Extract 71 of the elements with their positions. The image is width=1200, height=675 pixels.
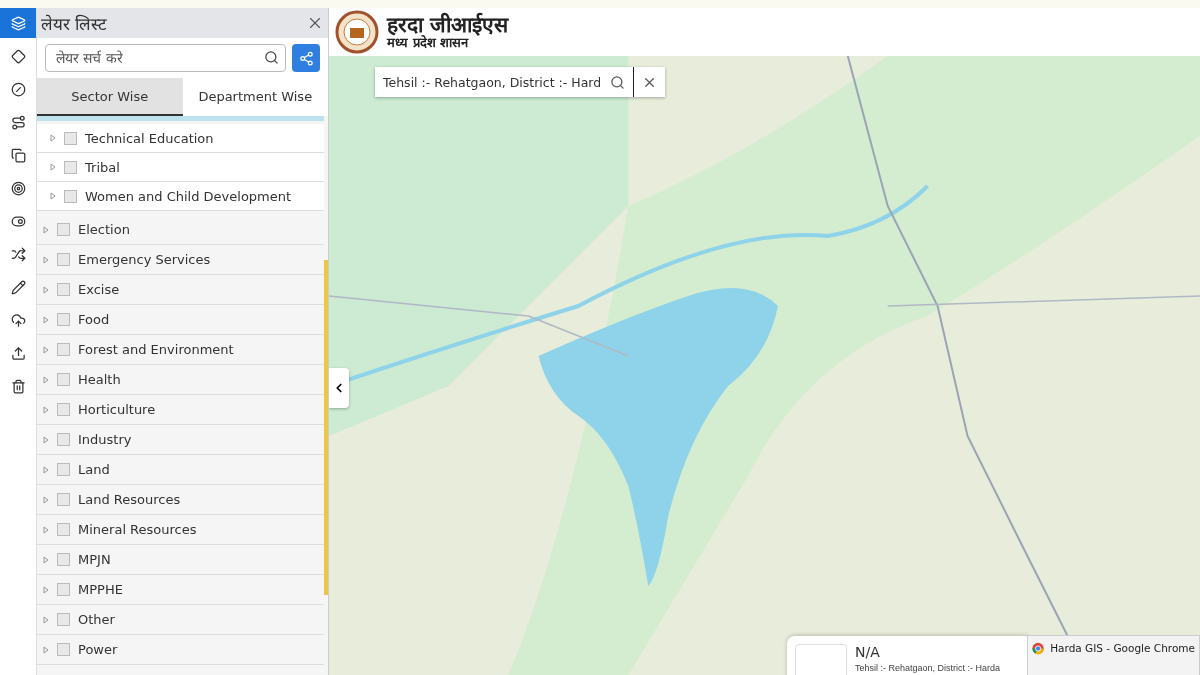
checkbox[interactable] [57, 313, 70, 326]
checkbox[interactable] [57, 283, 70, 296]
checkbox[interactable] [64, 160, 77, 174]
layer-label: Women and Child Development [85, 188, 292, 204]
checkbox[interactable] [57, 403, 70, 416]
preview-title: Harda GIS - Google Chrome [1050, 642, 1195, 654]
caret-icon[interactable] [43, 285, 49, 294]
popup-title: N/A [855, 644, 880, 660]
layer-label: Health [78, 372, 121, 387]
checkbox[interactable] [57, 643, 70, 656]
layer-label: Tribal [85, 159, 120, 175]
share-button[interactable] [292, 44, 320, 72]
layer-label: MPJN [78, 552, 111, 567]
taskbar-preview[interactable]: Harda GIS - Google Chrome [1027, 635, 1200, 675]
checkbox[interactable] [57, 433, 70, 446]
layer-label: Horticulture [78, 402, 156, 417]
checkbox[interactable] [57, 343, 70, 356]
layer-label: Forest and Environment [78, 342, 234, 357]
layer-label: Excise [78, 282, 120, 297]
layer-label: Technical Education [85, 130, 214, 146]
caret-icon[interactable] [43, 225, 49, 234]
search-bar[interactable]: Tehsil :- Rehatgaon, District :- Hard [375, 67, 665, 97]
share-icon [298, 50, 314, 66]
caret-icon[interactable] [43, 585, 49, 594]
caret-icon[interactable] [43, 405, 49, 414]
collapse-button[interactable] [329, 368, 349, 408]
checkbox[interactable] [64, 131, 77, 145]
checkbox[interactable] [57, 373, 70, 386]
caret-icon[interactable] [43, 555, 49, 564]
popup-text: Tehsil :- Rehatgaon, District :- Harda [855, 663, 1001, 673]
layer-label: Food [78, 312, 110, 327]
map-search-field[interactable]: Tehsil :- Rehatgaon, District :- Hard [375, 67, 602, 97]
tab[interactable]: Sector Wise [37, 78, 183, 116]
checkbox[interactable] [57, 553, 70, 566]
caret-icon[interactable] [43, 495, 49, 504]
tab[interactable]: Department Wise [182, 78, 328, 116]
checkbox[interactable] [64, 189, 77, 203]
layer-label: Emergency Services [78, 252, 211, 267]
layer-label: Power [78, 642, 118, 657]
caret-icon[interactable] [50, 163, 56, 171]
caret-icon[interactable] [43, 315, 49, 324]
layer-label: Election [78, 222, 130, 237]
caret-icon[interactable] [50, 192, 56, 200]
caret-icon[interactable] [50, 134, 56, 142]
layer-label: Land Resources [78, 492, 181, 507]
caret-icon[interactable] [43, 645, 49, 654]
caret-icon[interactable] [43, 345, 49, 354]
caret-icon[interactable] [43, 375, 49, 384]
caret-icon[interactable] [43, 255, 49, 264]
browser-icon [1032, 642, 1045, 655]
layer-label: MPPHE [78, 582, 123, 597]
checkbox[interactable] [57, 253, 70, 266]
checkbox[interactable] [57, 223, 70, 236]
site-subtitle: मध्य प्रदेश शासन [387, 36, 469, 49]
layer-label: Mineral Resources [78, 522, 197, 537]
checkbox[interactable] [57, 523, 70, 536]
caret-icon[interactable] [43, 615, 49, 624]
caret-icon[interactable] [43, 525, 49, 534]
layer-label: Land [78, 462, 110, 477]
search-icon[interactable] [264, 50, 279, 65]
caret-icon[interactable] [43, 435, 49, 444]
layers-icon[interactable] [0, 8, 36, 38]
layer-label: Other [78, 612, 115, 627]
checkbox[interactable] [57, 613, 70, 626]
checkbox[interactable] [57, 493, 70, 506]
caret-icon[interactable] [43, 465, 49, 474]
layer-label: Industry [78, 432, 132, 447]
search-field[interactable]: लेयर सर्च करे [45, 44, 286, 72]
panel-title: लेयर लिस्ट [41, 12, 108, 35]
checkbox[interactable] [57, 463, 70, 476]
checkbox[interactable] [57, 583, 70, 596]
